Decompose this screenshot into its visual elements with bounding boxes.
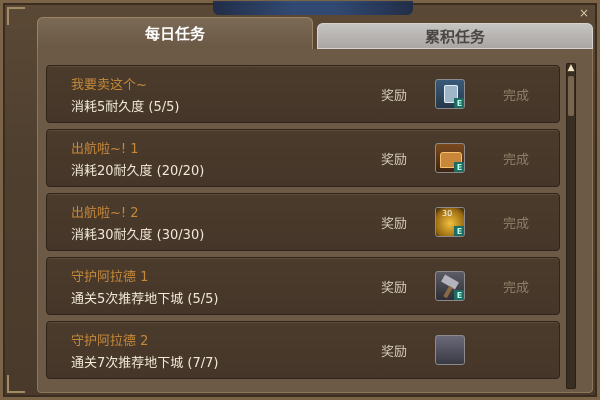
complete-button[interactable]: 完成 [503,277,529,296]
quest-window: × 每日任务 累积任务 我要卖这个~ 消耗5耐久度 (5/5) 奖励 E 完成 … [0,0,600,400]
quest-description: 消耗5耐久度 (5/5) [71,100,180,115]
tab-daily-quests[interactable]: 每日任务 [37,17,313,49]
coin-icon[interactable]: 30 E [435,207,465,237]
frame-corner-ornament [7,7,25,25]
tab-cumulative-quests[interactable]: 累积任务 [317,23,593,49]
quest-title: 我要卖这个~ [71,78,147,93]
scrollbar[interactable]: ▲ [566,63,576,389]
complete-button[interactable]: 完成 [503,149,529,168]
reward-label: 奖励 [381,89,408,104]
equip-badge: E [454,226,464,236]
quest-title: 守护阿拉德 2 [71,334,149,349]
quest-row[interactable]: 我要卖这个~ 消耗5耐久度 (5/5) 奖励 E 完成 [46,65,560,123]
reward-count: 30 [442,209,453,218]
card-icon[interactable]: E [435,79,465,109]
reward-label: 奖励 [381,217,408,232]
hammer-icon[interactable]: E [435,271,465,301]
quest-description: 消耗20耐久度 (20/20) [71,164,205,179]
reward-label: 奖励 [381,345,408,360]
close-icon[interactable]: × [577,7,591,19]
quest-row[interactable]: 出航啦~! 2 消耗30耐久度 (30/30) 奖励 30 E 完成 [46,193,560,251]
window-banner [213,1,413,15]
quest-row[interactable]: 守护阿拉德 1 通关5次推荐地下城 (5/5) 奖励 E 完成 [46,257,560,315]
quest-title: 守护阿拉德 1 [71,270,149,285]
complete-button[interactable]: 完成 [503,213,529,232]
quest-row[interactable]: 守护阿拉德 2 通关7次推荐地下城 (7/7) 奖励 [46,321,560,379]
reward-label: 奖励 [381,281,408,296]
quest-description: 通关5次推荐地下城 (5/5) [71,292,219,307]
chest-icon[interactable]: E [435,143,465,173]
equip-badge: E [454,290,464,300]
quest-list-panel: 我要卖这个~ 消耗5耐久度 (5/5) 奖励 E 完成 出航啦~! 1 消耗20… [37,49,593,393]
equip-badge: E [454,162,464,172]
scroll-thumb[interactable] [568,76,574,116]
quest-title: 出航啦~! 1 [71,142,139,157]
equip-badge: E [454,98,464,108]
quest-description: 通关7次推荐地下城 (7/7) [71,356,219,371]
quest-title: 出航啦~! 2 [71,206,139,221]
quest-description: 消耗30耐久度 (30/30) [71,228,205,243]
quest-row[interactable]: 出航啦~! 1 消耗20耐久度 (20/20) 奖励 E 完成 [46,129,560,187]
complete-button[interactable]: 完成 [503,85,529,104]
frame-corner-ornament [7,375,25,393]
item-icon[interactable] [435,335,465,365]
scroll-up-arrow-icon[interactable]: ▲ [566,62,576,74]
reward-label: 奖励 [381,153,408,168]
